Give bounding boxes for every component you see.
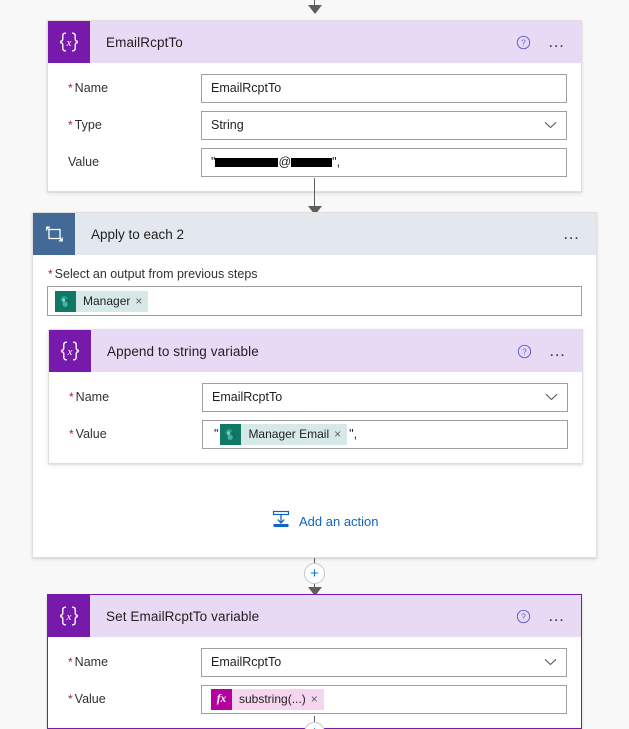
field-label-name: Name <box>63 390 202 404</box>
add-an-action-label: Add an action <box>299 514 379 529</box>
card-email-rcpt-to[interactable]: x EmailRcptTo ? … Name EmailRcptTo <box>47 20 582 192</box>
sharepoint-icon: s <box>55 290 76 312</box>
scope-title: Apply to each 2 <box>91 226 185 242</box>
flow-designer-canvas: x EmailRcptTo ? … Name EmailRcptTo <box>0 0 629 729</box>
token-remove-icon[interactable]: × <box>311 693 324 705</box>
token-manager[interactable]: s Manager × <box>55 290 149 312</box>
card-title: Append to string variable <box>107 343 259 359</box>
field-label-value: Value <box>63 427 202 441</box>
select-output-label: Select an output from previous steps <box>47 267 582 281</box>
name-input-value: EmailRcptTo <box>211 81 282 95</box>
connector-top <box>0 0 629 14</box>
field-label-name: Name <box>62 655 201 669</box>
card-append-to-string-variable[interactable]: x Append to string variable ? … Na <box>48 329 583 464</box>
value-quote-open: " <box>214 427 219 441</box>
card-title: Set EmailRcptTo variable <box>106 608 260 624</box>
more-options-icon[interactable]: … <box>549 342 568 359</box>
field-label-value: Value <box>68 155 100 169</box>
field-row-value: Value " s M <box>63 419 568 449</box>
value-input[interactable]: " s Manager Email × ", <box>202 419 568 449</box>
insert-action-icon <box>271 509 291 534</box>
help-icon[interactable]: ? <box>517 344 532 359</box>
name-input[interactable]: EmailRcptTo <box>201 73 567 103</box>
name-dropdown-value: EmailRcptTo <box>211 655 282 669</box>
card-header-email-rcpt-to: x EmailRcptTo ? … <box>48 21 581 63</box>
field-row-type: Type String <box>62 110 567 140</box>
card-header-actions: ? … <box>517 342 582 359</box>
card-title: EmailRcptTo <box>106 34 183 50</box>
value-quote-close: ", <box>349 427 358 441</box>
token-substring-expression[interactable]: fx substring(...) × <box>211 688 324 710</box>
loop-icon <box>33 213 75 255</box>
token-remove-icon[interactable]: × <box>135 295 148 307</box>
add-step-plus-button[interactable]: + <box>304 563 325 584</box>
chevron-down-icon <box>545 390 558 404</box>
select-output-input[interactable]: s Manager × <box>47 286 582 316</box>
token-label: substring(...) <box>239 692 306 706</box>
help-icon[interactable]: ? <box>516 609 531 624</box>
field-label-type: Type <box>62 118 201 132</box>
scope-header-actions: … <box>563 225 596 242</box>
token-remove-icon[interactable]: × <box>334 428 347 440</box>
value-input[interactable]: " @ ", <box>201 147 567 177</box>
more-options-icon[interactable]: … <box>548 33 567 50</box>
redacted-email-value: " @ ", <box>211 155 340 169</box>
chevron-down-icon <box>544 655 557 669</box>
card-body-append-to-string: Name EmailRcptTo Value " <box>49 372 582 463</box>
scope-body: Select an output from previous steps s M… <box>33 255 596 316</box>
card-body-set-variable: Name EmailRcptTo Value fx substring(...)… <box>48 637 581 728</box>
svg-text:x: x <box>66 611 72 623</box>
value-quote-close: ", <box>332 155 341 169</box>
scope-header: Apply to each 2 … <box>33 213 596 255</box>
svg-text:?: ? <box>521 612 526 621</box>
more-options-icon[interactable]: … <box>548 607 567 624</box>
variable-braces-icon: x <box>48 595 90 637</box>
svg-text:?: ? <box>521 38 526 47</box>
field-label-value: Value <box>62 692 201 706</box>
name-dropdown-value: EmailRcptTo <box>212 390 283 404</box>
svg-text:?: ? <box>522 347 527 356</box>
value-input[interactable]: fx substring(...) × <box>201 684 567 714</box>
card-header-set-variable: x Set EmailRcptTo variable ? … <box>48 595 581 637</box>
field-row-name: Name EmailRcptTo <box>62 647 567 677</box>
card-header-append-to-string: x Append to string variable ? … <box>49 330 582 372</box>
add-an-action-button[interactable]: Add an action <box>271 509 379 534</box>
variable-braces-icon: x <box>49 330 91 372</box>
svg-text:s: s <box>228 430 231 436</box>
redaction-bar-domain <box>291 157 333 167</box>
help-icon[interactable]: ? <box>516 35 531 50</box>
svg-text:s: s <box>62 297 65 303</box>
card-header-actions: ? … <box>516 33 581 50</box>
sharepoint-icon: s <box>220 423 242 445</box>
connector-scope-to-set-variable: + <box>0 558 629 596</box>
name-dropdown[interactable]: EmailRcptTo <box>201 647 567 677</box>
type-dropdown[interactable]: String <box>201 110 567 140</box>
card-header-actions: ? … <box>516 607 581 624</box>
field-row-name: Name EmailRcptTo <box>62 73 567 103</box>
more-options-icon[interactable]: … <box>563 225 582 242</box>
field-row-name: Name EmailRcptTo <box>63 382 568 412</box>
field-row-value: Value " @ ", <box>62 147 567 177</box>
svg-text:x: x <box>66 37 72 49</box>
scope-apply-to-each-2[interactable]: Apply to each 2 … Select an output from … <box>32 212 597 558</box>
token-label: Manager <box>83 294 131 308</box>
card-set-email-rcpt-to-variable[interactable]: x Set EmailRcptTo variable ? … Name Emai… <box>47 594 582 729</box>
variable-braces-icon: x <box>48 21 90 63</box>
function-fx-icon: fx <box>211 688 232 710</box>
name-dropdown[interactable]: EmailRcptTo <box>202 382 568 412</box>
type-dropdown-value: String <box>211 118 244 132</box>
field-label-name: Name <box>62 81 201 95</box>
token-label: Manager Email <box>248 427 330 441</box>
field-row-value: Value fx substring(...) × <box>62 684 567 714</box>
value-at-separator: @ <box>278 155 292 169</box>
token-manager-email[interactable]: s Manager Email × <box>220 423 348 445</box>
svg-text:x: x <box>67 346 73 358</box>
redaction-bar-local <box>215 157 279 167</box>
card-body-email-rcpt-to: Name EmailRcptTo Type String Value <box>48 63 581 191</box>
chevron-down-icon <box>544 118 557 132</box>
